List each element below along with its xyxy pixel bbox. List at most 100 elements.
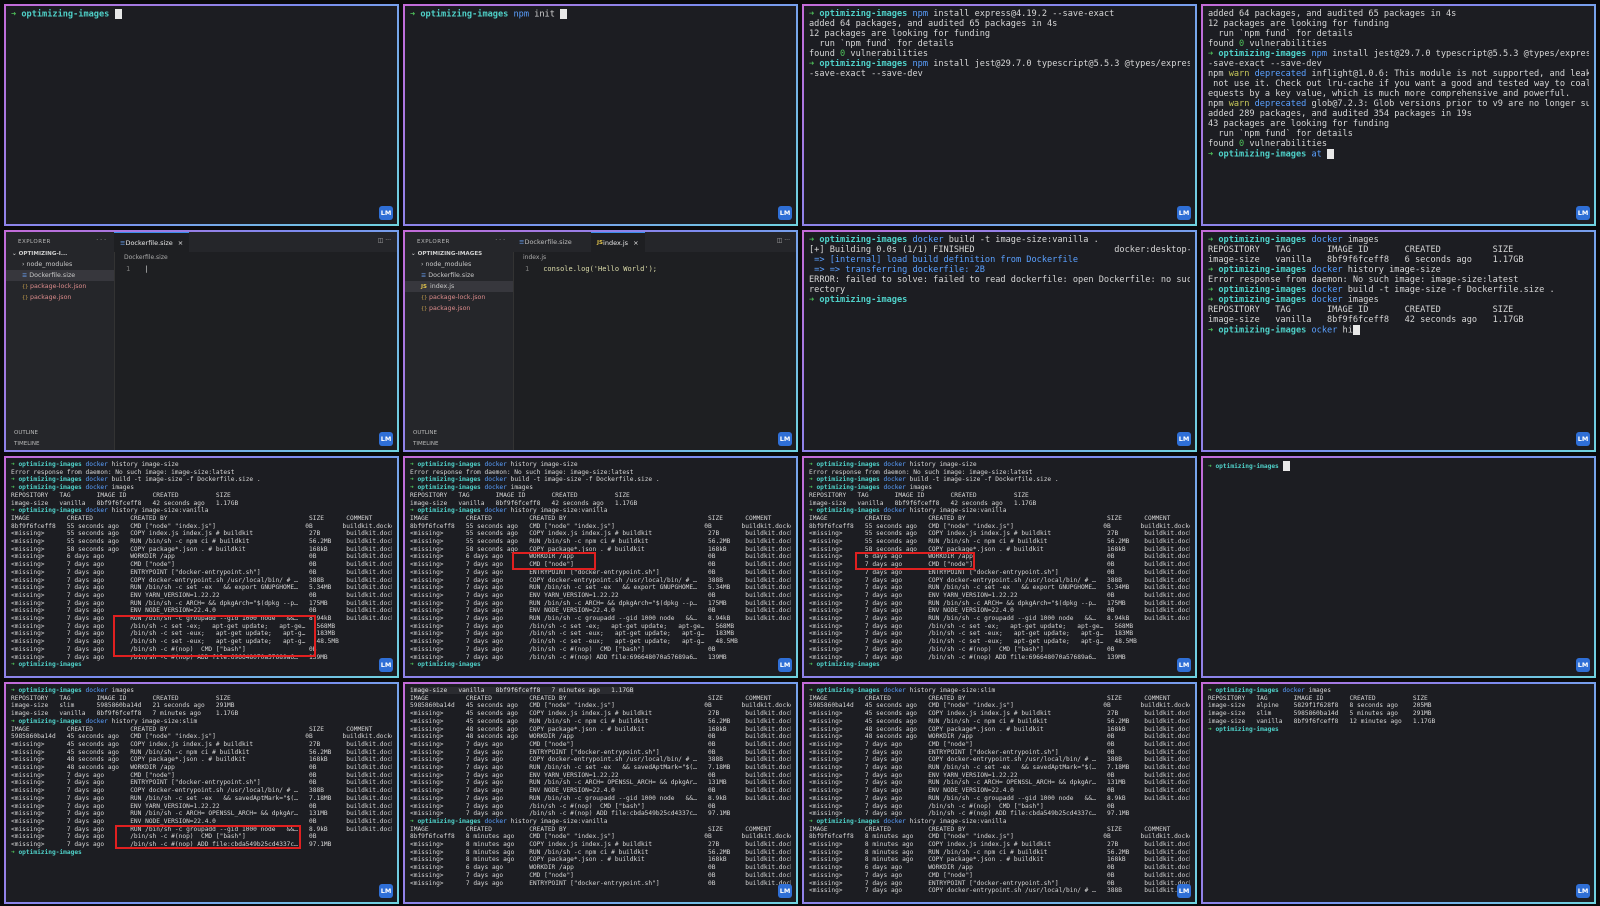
terminal-text: install jest@29.7.0 typescript@5.5.3 @ty…	[933, 59, 1190, 69]
terminal-output[interactable]: image-size vanilla 8bf9f6fceff8 7 minute…	[405, 684, 796, 890]
tiled-screenshots-grid: ➜ optimizing-images LM ➜ optimizing-image…	[0, 0, 1600, 906]
terminal-output[interactable]: ➜ optimizing-images docker history image…	[804, 684, 1195, 898]
file-name: node_modules	[26, 261, 73, 268]
lm-logo-badge: LM	[1576, 432, 1590, 446]
explorer-actions-icon[interactable]: ···	[96, 237, 108, 244]
editor-tab[interactable]: ≡ Dockerfile.size	[513, 232, 578, 252]
terminal-line: image-size vanilla 8bf9f6fceff8 42 secon…	[809, 500, 1190, 508]
terminal-line: <missing> 6 days ago WORKDIR /app 0B bui…	[11, 553, 392, 561]
terminal-line: <missing> 55 seconds ago COPY index.js i…	[11, 530, 392, 538]
terminal-text: docker	[912, 235, 944, 245]
terminal-text: <missing> 55 seconds ago COPY index.js i…	[410, 530, 791, 538]
text-cursor	[1352, 325, 1360, 335]
timeline-section[interactable]: TIMELINE	[405, 441, 521, 447]
terminal-output[interactable]: ➜ optimizing-images docker images REPOSIT…	[1203, 684, 1594, 736]
terminal-line: added 64 packages, and audited 65 packag…	[1208, 9, 1589, 19]
terminal-line: <missing> 58 seconds ago COPY package*.j…	[410, 546, 791, 554]
terminal-line: run `npm fund` for details	[1208, 129, 1589, 139]
tile-15-terminal: ➜ optimizing-images docker history image…	[802, 682, 1197, 904]
terminal-text: IMAGE CREATED CREATED BY SIZE COMMENT	[809, 514, 1171, 522]
highlight-box	[113, 615, 316, 657]
terminal-text: images	[107, 484, 134, 492]
code-editor[interactable]: 1 console.log('Hello World');	[525, 265, 657, 273]
close-icon[interactable]: ×	[633, 239, 638, 247]
terminal-text: image-size vanilla 8bf9f6fceff8 7 minute…	[11, 710, 239, 718]
terminal-line: <missing> 8 minutes ago COPY index.js in…	[410, 841, 791, 849]
editor-tab[interactable]: JS index.js ×	[591, 232, 645, 252]
project-folder[interactable]: ⌄ OPTIMIZING-IMAGES	[405, 245, 513, 259]
terminal-text: docker	[883, 461, 906, 468]
terminal-text: ➜	[809, 235, 820, 245]
timeline-section[interactable]: TIMELINE	[6, 441, 122, 447]
close-icon[interactable]: ×	[178, 239, 183, 247]
highlight-box	[512, 552, 596, 570]
file-tree-item[interactable]: › node_modules	[6, 259, 114, 270]
terminal-output[interactable]: added 64 packages, and audited 65 packag…	[1203, 6, 1594, 163]
terminal-output[interactable]: ➜ optimizing-images	[1203, 458, 1594, 474]
terminal-line: <missing> 7 days ago /bin/sh -c #(nop) C…	[809, 803, 1190, 811]
terminal-text: image-size slim 5985860ba14d 5 minutes a…	[1208, 710, 1432, 718]
editor-tab[interactable]: ≡ Dockerfile.size ×	[114, 232, 190, 252]
terminal-text: <missing> 48 seconds ago COPY package*.j…	[11, 756, 392, 764]
terminal-text: run `npm fund` for details	[809, 39, 954, 49]
terminal-line: <missing> 7 days ago ENTRYPOINT ["docker…	[410, 569, 791, 577]
file-tree-item[interactable]: {} package.json	[6, 292, 114, 303]
code-editor[interactable]: 1 |	[126, 265, 148, 273]
split-editor-icon[interactable]: ◫ ···	[378, 237, 391, 244]
terminal-text: <missing> 7 days ago ENV NODE_VERSION=22…	[809, 607, 1190, 615]
terminal-line: ➜ optimizing-images	[809, 661, 1190, 669]
file-name: Dockerfile.size	[29, 272, 76, 279]
terminal-line: ➜ optimizing-images	[410, 661, 791, 669]
terminal-text: <missing> 7 days ago ENV NODE_VERSION=22…	[410, 607, 791, 615]
outline-section[interactable]: OUTLINE	[6, 430, 122, 436]
terminal-line: ➜ optimizing-images docker history image…	[410, 461, 791, 469]
terminal-line: <missing> 7 days ago /bin/sh -c #(nop) A…	[809, 810, 1190, 818]
project-folder[interactable]: ⌄ OPTIMIZING-I...	[6, 245, 114, 259]
terminal-text: <missing> 7 days ago COPY docker-entrypo…	[809, 756, 1190, 764]
terminal-text: ➜	[809, 295, 820, 305]
terminal-text: docker	[85, 507, 108, 515]
file-tree-item[interactable]: {} package-lock.json	[6, 281, 114, 292]
terminal-text: <missing> 7 days ago CMD ["node"] 0B bui…	[410, 871, 791, 879]
terminal-output[interactable]: ➜ optimizing-images docker images REPOSIT…	[1203, 232, 1594, 339]
terminal-text: 5985860ba14d 45 seconds ago CMD ["node" …	[410, 702, 791, 710]
outline-section[interactable]: OUTLINE	[405, 430, 521, 436]
terminal-text: added 289 packages, and audited 354 pack…	[1208, 109, 1472, 119]
explorer-actions-icon[interactable]: ···	[495, 237, 507, 244]
terminal-output[interactable]: ➜ optimizing-images npm install express@…	[804, 6, 1195, 82]
terminal-text: ➜	[809, 59, 820, 69]
terminal-text: docker	[484, 476, 507, 484]
terminal-text: <missing> 55 seconds ago RUN /bin/sh -c …	[809, 538, 1190, 546]
terminal-line: <missing> 7 days ago RUN /bin/sh -c grou…	[809, 795, 1190, 803]
terminal-line: ➜ optimizing-images npm install jest@29.…	[809, 59, 1190, 69]
terminal-line: <missing> 6 days ago WORKDIR /app 0B bui…	[410, 553, 791, 561]
file-tree-item[interactable]: {} package.json	[405, 303, 513, 314]
terminal-text: <missing> 6 days ago WORKDIR /app 0B bui…	[410, 864, 791, 872]
terminal-text: inflight@1.0.6: This module is not suppo…	[1311, 69, 1589, 79]
terminal-output[interactable]: ➜ optimizing-images npm init	[405, 6, 796, 23]
terminal-line: <missing> 7 days ago COPY docker-entrypo…	[809, 887, 1190, 895]
code-line: 1 |	[126, 265, 148, 273]
file-tree-item[interactable]: › node_modules	[405, 259, 513, 270]
editor-tabs: ≡ Dockerfile.size × ◫ ···	[114, 232, 397, 252]
file-tree-item[interactable]: ≡ Dockerfile.size	[405, 270, 513, 281]
terminal-text: optimizing-images	[819, 235, 913, 245]
terminal-line: <missing> 7 days ago /bin/sh -c #(nop) C…	[809, 646, 1190, 654]
terminal-output[interactable]: ➜ optimizing-images	[6, 6, 397, 23]
file-tree-item[interactable]: {} package-lock.json	[405, 292, 513, 303]
terminal-line: found 0 vulnerabilities	[809, 49, 1190, 59]
terminal-text: <missing> 7 days ago CMD ["node"] 0B bui…	[410, 561, 791, 569]
split-editor-icon[interactable]: ◫ ···	[777, 237, 790, 244]
terminal-line: <missing> 7 days ago CMD ["node"] 0B bui…	[410, 872, 791, 880]
text-cursor: |	[144, 265, 149, 273]
terminal-text: 12 packages are looking for funding	[1208, 19, 1390, 29]
terminal-output[interactable]: ➜ optimizing-images docker build -t imag…	[804, 232, 1195, 308]
file-tree-item[interactable]: ≡ Dockerfile.size	[6, 270, 114, 281]
terminal-text: npm	[1208, 69, 1229, 79]
terminal-text: vulnerabilities	[1244, 139, 1328, 149]
terminal-text: images	[506, 484, 533, 492]
terminal-output[interactable]: ➜ optimizing-images docker history image…	[405, 458, 796, 672]
file-tree-item[interactable]: JS index.js	[405, 281, 513, 292]
json-file-icon: {}	[22, 295, 30, 301]
terminal-text: <missing> 8 minutes ago RUN /bin/sh -c n…	[809, 848, 1190, 856]
